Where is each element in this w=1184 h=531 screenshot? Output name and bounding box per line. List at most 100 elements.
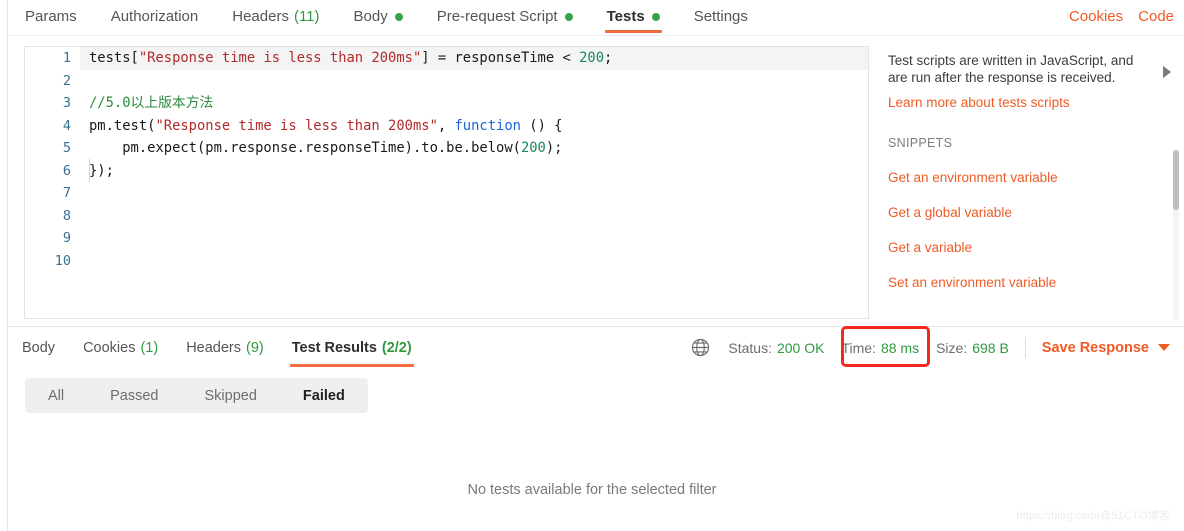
collapse-panel-arrow-icon[interactable] <box>1163 66 1171 78</box>
code-token: ); <box>545 140 563 156</box>
snippet-set-environment-variable[interactable]: Set an environment variable <box>888 275 1160 290</box>
code-token: tests[ <box>89 50 139 66</box>
tab-body[interactable]: Body <box>337 0 420 36</box>
line-number: 2 <box>62 72 71 89</box>
response-tab-cookies-count: (1) <box>140 339 159 356</box>
request-tab-bar: Params Authorization Headers (11) Body P… <box>8 0 1184 36</box>
editor-code-area[interactable]: tests["Response time is less than 200ms"… <box>80 47 868 318</box>
code-token-comment: //5.0以上版本方法 <box>89 95 214 111</box>
code-token: , <box>437 117 455 134</box>
snippets-header: SNIPPETS <box>888 136 953 150</box>
filter-failed[interactable]: Failed <box>280 378 368 413</box>
tab-settings-label: Settings <box>693 8 748 25</box>
line-number: 3 <box>62 95 71 111</box>
tab-bar-actions: Cookies Code <box>1069 0 1184 25</box>
tab-tests-underline <box>604 30 662 33</box>
body-status-dot-icon <box>394 13 403 21</box>
tab-pre-request-script[interactable]: Pre-request Script <box>420 0 590 36</box>
editor-indent-guide <box>89 159 90 182</box>
code-token-keyword: function <box>454 117 521 134</box>
learn-more-link[interactable]: Learn more about tests scripts <box>888 95 1160 110</box>
meta-separator <box>1024 337 1026 358</box>
save-response-button[interactable]: Save Response <box>1042 340 1170 356</box>
tab-bar-divider <box>8 35 1184 36</box>
pre-request-status-dot-icon <box>564 13 573 21</box>
filter-passed-label: Passed <box>110 387 159 404</box>
chevron-down-icon[interactable] <box>1158 344 1170 351</box>
tab-pre-request-script-label: Pre-request Script <box>436 8 558 25</box>
line-number: 7 <box>62 185 71 201</box>
tab-tests[interactable]: Tests <box>590 0 677 36</box>
time-value: 88 ms <box>880 339 920 356</box>
response-tab-body-label: Body <box>22 339 56 356</box>
tests-script-editor[interactable]: 1 2 3 4 5 6 7 8 9 10 tests["Response tim… <box>24 46 869 319</box>
response-tab-cookies[interactable]: Cookies (1) <box>69 327 172 368</box>
line-number: 6 <box>62 162 71 179</box>
filter-all-label: All <box>48 387 65 404</box>
save-response-label: Save Response <box>1041 339 1149 356</box>
snippet-get-environment-variable[interactable]: Get an environment variable <box>888 170 1160 185</box>
code-line-5: pm.expect(pm.response.responseTime).to.b… <box>80 137 868 160</box>
tab-headers-label: Headers <box>232 8 289 25</box>
code-token: ] = responseTime < <box>421 50 580 66</box>
response-tab-cookies-label: Cookies <box>83 339 136 356</box>
size-meta: Size: 698 B <box>936 340 1009 356</box>
code-token-string: "Response time is less than 200ms" <box>138 50 422 66</box>
line-number: 4 <box>62 117 71 134</box>
tab-tests-label: Tests <box>606 8 645 25</box>
watermark: https://blog.csdn@51CTO博客 <box>1016 510 1170 522</box>
tab-authorization[interactable]: Authorization <box>94 0 216 36</box>
code-line-3: //5.0以上版本方法 <box>80 92 868 115</box>
empty-state-message: No tests available for the selected filt… <box>467 482 717 498</box>
filter-skipped[interactable]: Skipped <box>182 378 280 413</box>
tab-settings[interactable]: Settings <box>677 0 765 36</box>
left-rail <box>7 0 8 531</box>
tab-authorization-label: Authorization <box>110 8 199 25</box>
code-token: pm.expect(pm.response.responseTime).to.b… <box>89 140 521 156</box>
tab-headers-count: (11) <box>293 8 320 25</box>
tests-docs-panel: Test scripts are written in JavaScript, … <box>888 52 1160 290</box>
response-bar: Body Cookies (1) Headers (9) Test Result… <box>8 327 1184 368</box>
tests-status-dot-icon <box>651 13 660 21</box>
size-value: 698 B <box>972 339 1009 356</box>
code-token-number: 200 <box>520 140 546 156</box>
line-number: 1 <box>62 50 71 66</box>
docs-scrollbar-thumb[interactable] <box>1173 150 1179 210</box>
code-line-4: pm.test("Response time is less than 200m… <box>80 115 868 138</box>
line-number: 5 <box>62 140 71 156</box>
response-tab-test-results[interactable]: Test Results (2/2) <box>278 327 426 368</box>
response-tab-test-results-label: Test Results <box>291 339 377 356</box>
editor-line-number-gutter: 1 2 3 4 5 6 7 8 9 10 <box>25 47 80 318</box>
line-number: 10 <box>54 252 71 269</box>
code-line-1: tests["Response time is less than 200ms"… <box>80 47 868 70</box>
tab-params-label: Params <box>25 8 77 25</box>
code-token: () { <box>520 117 563 134</box>
code-token: ; <box>604 50 613 66</box>
cookies-link[interactable]: Cookies <box>1069 8 1123 25</box>
response-tab-headers[interactable]: Headers (9) <box>172 327 278 368</box>
tab-params[interactable]: Params <box>8 0 94 36</box>
status-value: 200 OK <box>776 339 825 356</box>
code-token-number: 200 <box>579 50 605 66</box>
time-meta: Time: 88 ms <box>841 340 919 356</box>
globe-icon[interactable] <box>691 338 710 357</box>
code-link[interactable]: Code <box>1138 8 1174 25</box>
filter-passed[interactable]: Passed <box>87 378 181 413</box>
snippet-get-global-variable[interactable]: Get a global variable <box>888 205 1160 220</box>
filter-all[interactable]: All <box>25 378 87 413</box>
code-line-6: }); <box>80 160 868 183</box>
response-tab-test-results-count: (2/2) <box>381 339 412 356</box>
code-token: }); <box>89 162 114 179</box>
response-tab-body[interactable]: Body <box>8 327 69 368</box>
tab-headers[interactable]: Headers (11) <box>215 0 336 36</box>
response-meta: Status: 200 OK Time: 88 ms Size: 698 B S… <box>691 327 1184 368</box>
snippet-get-variable[interactable]: Get a variable <box>888 240 1160 255</box>
code-token-string: "Response time is less than 200ms" <box>155 117 438 134</box>
tab-body-label: Body <box>353 8 388 25</box>
size-label: Size: <box>936 339 968 356</box>
